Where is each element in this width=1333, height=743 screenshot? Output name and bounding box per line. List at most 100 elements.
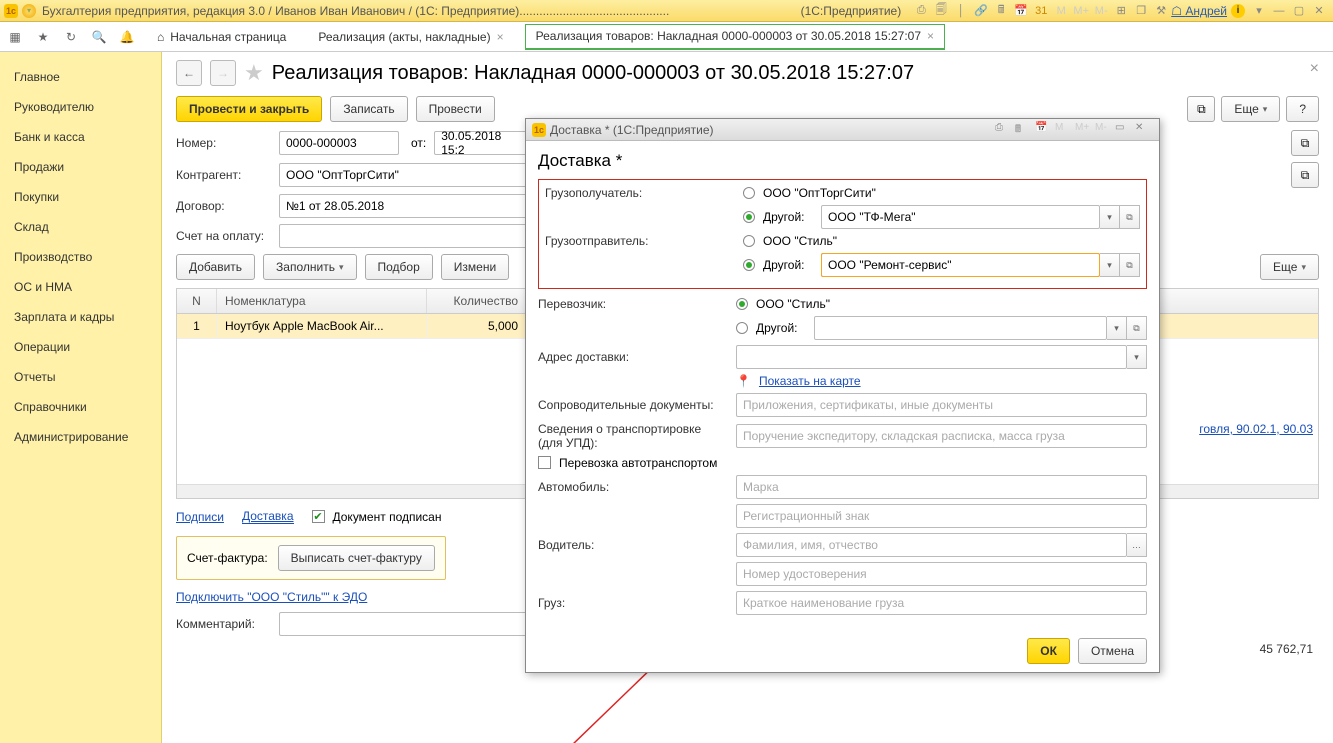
sidebar-item-purchases[interactable]: Покупки <box>0 182 161 212</box>
add-button[interactable]: Добавить <box>176 254 255 280</box>
sidebar-item-operations[interactable]: Операции <box>0 332 161 362</box>
open-icon-button[interactable]: ⧉ <box>1187 96 1215 122</box>
open-icon[interactable]: ⧉ <box>1120 205 1140 229</box>
delivery-link[interactable]: Доставка <box>242 509 294 524</box>
preview-icon[interactable]: 🗐 <box>933 3 949 19</box>
ok-button[interactable]: ОК <box>1027 638 1070 664</box>
address-field[interactable] <box>736 345 1127 369</box>
post-and-close-button[interactable]: Провести и закрыть <box>176 96 322 122</box>
carrier-other-field[interactable] <box>814 316 1107 340</box>
change-button[interactable]: Измени <box>441 254 509 280</box>
popup-close-icon[interactable]: ✕ <box>1135 122 1151 138</box>
table-more-button[interactable]: Еще▾ <box>1260 254 1319 280</box>
dropdown-icon[interactable]: ▾ <box>1107 316 1127 340</box>
consignor-radio-other[interactable] <box>743 259 755 271</box>
ellipsis-icon[interactable]: … <box>1127 533 1147 557</box>
dropdown-icon[interactable]: ▾ <box>22 4 36 18</box>
th-n[interactable]: N <box>177 289 217 313</box>
calendar-icon[interactable]: 📅 <box>1013 3 1029 19</box>
consignor-other-field[interactable]: ООО "Ремонт-сервис" <box>821 253 1100 277</box>
signatures-link[interactable]: Подписи <box>176 510 224 524</box>
print-icon[interactable]: ⎙ <box>995 122 1011 138</box>
close-icon[interactable]: ✕ <box>1311 3 1327 19</box>
th-qty[interactable]: Количество <box>427 289 527 313</box>
signed-checkbox[interactable]: ✔ <box>312 510 325 523</box>
tab-home[interactable]: ⌂Начальная страница <box>146 24 297 50</box>
apps-icon[interactable]: ▦ <box>6 28 24 46</box>
nav-back-button[interactable]: ← <box>176 60 202 86</box>
sidebar-item-manager[interactable]: Руководителю <box>0 92 161 122</box>
ext-icon-button[interactable]: ⧉ <box>1291 130 1319 156</box>
auto-checkbox[interactable] <box>538 456 551 469</box>
tab-sales-list[interactable]: Реализация (акты, накладные)× <box>307 24 514 50</box>
edo-link[interactable]: Подключить "ООО "Стиль"" к ЭДО <box>176 590 367 604</box>
search-icon[interactable]: 🔍 <box>90 28 108 46</box>
select-button[interactable]: Подбор <box>365 254 433 280</box>
maximize-icon[interactable]: ▢ <box>1291 3 1307 19</box>
help-button[interactable]: ? <box>1286 96 1319 122</box>
mplus-icon[interactable]: M+ <box>1073 3 1089 19</box>
invoice-pay-field[interactable] <box>279 224 529 248</box>
print-icon[interactable]: ⎙ <box>913 3 929 19</box>
star-icon[interactable]: ★ <box>34 28 52 46</box>
driver-license-field[interactable]: Номер удостоверения <box>736 562 1147 586</box>
mplus-icon[interactable]: M+ <box>1075 122 1091 138</box>
m-icon[interactable]: M <box>1053 3 1069 19</box>
sidebar-item-assets[interactable]: ОС и НМА <box>0 272 161 302</box>
th-item[interactable]: Номенклатура <box>217 289 427 313</box>
show-on-map-link[interactable]: Показать на карте <box>759 374 861 388</box>
bell-icon[interactable]: 🔔 <box>118 28 136 46</box>
sidebar-item-catalogs[interactable]: Справочники <box>0 392 161 422</box>
calc-icon[interactable]: 🖩 <box>993 3 1009 19</box>
zoom-icon[interactable]: ⊞ <box>1113 3 1129 19</box>
sidebar-item-bank[interactable]: Банк и касса <box>0 122 161 152</box>
transport-field[interactable]: Поручение экспедитору, складская расписк… <box>736 424 1147 448</box>
tab-document[interactable]: Реализация товаров: Накладная 0000-00000… <box>525 24 945 50</box>
open-icon[interactable]: ⧉ <box>1127 316 1147 340</box>
comment-field[interactable] <box>279 612 529 636</box>
tab-close-icon[interactable]: × <box>497 30 504 44</box>
auto-plate-field[interactable]: Регистрационный знак <box>736 504 1147 528</box>
sidebar-item-reports[interactable]: Отчеты <box>0 362 161 392</box>
sidebar-item-payroll[interactable]: Зарплата и кадры <box>0 302 161 332</box>
minimize-icon[interactable]: — <box>1271 3 1287 19</box>
sidebar-item-main[interactable]: Главное <box>0 62 161 92</box>
date-field[interactable]: 30.05.2018 15:2 <box>434 131 534 155</box>
user-link[interactable]: ☖ Андрей <box>1171 4 1227 18</box>
auto-brand-field[interactable]: Марка <box>736 475 1147 499</box>
popup-collapse-icon[interactable]: ▭ <box>1115 122 1131 138</box>
favorite-icon[interactable]: ★ <box>244 60 264 86</box>
mminus-icon[interactable]: M- <box>1093 3 1109 19</box>
consignee-radio-other[interactable] <box>743 211 755 223</box>
issue-invoice-button[interactable]: Выписать счет-фактуру <box>278 545 435 571</box>
info-icon[interactable]: i <box>1231 4 1245 18</box>
dropdown-icon[interactable]: ▾ <box>1100 205 1120 229</box>
accounts-link[interactable]: говля, 90.02.1, 90.03 <box>1199 422 1313 436</box>
contract-field[interactable]: №1 от 28.05.2018 <box>279 194 529 218</box>
open-icon[interactable]: ⧉ <box>1120 253 1140 277</box>
consignee-radio-default[interactable] <box>743 187 755 199</box>
ext-icon-button[interactable]: ⧉ <box>1291 162 1319 188</box>
tab-close-icon[interactable]: × <box>927 29 934 43</box>
consignee-other-field[interactable]: ООО "ТФ-Мега" <box>821 205 1100 229</box>
fill-button[interactable]: Заполнить▾ <box>263 254 356 280</box>
consignor-radio-default[interactable] <box>743 235 755 247</box>
post-button[interactable]: Провести <box>416 96 495 122</box>
docs-field[interactable]: Приложения, сертификаты, иные документы <box>736 393 1147 417</box>
dropdown-icon[interactable]: ▾ <box>1100 253 1120 277</box>
calendar-icon[interactable]: 📅 <box>1035 122 1051 138</box>
sidebar-item-warehouse[interactable]: Склад <box>0 212 161 242</box>
mminus-icon[interactable]: M- <box>1095 122 1111 138</box>
number-field[interactable]: 0000-000003 <box>279 131 399 155</box>
windows-icon[interactable]: ❐ <box>1133 3 1149 19</box>
history-icon[interactable]: ↻ <box>62 28 80 46</box>
driver-name-field[interactable]: Фамилия, имя, отчество <box>736 533 1127 557</box>
date-icon[interactable]: 31 <box>1033 3 1049 19</box>
tools-icon[interactable]: ⚒ <box>1153 3 1169 19</box>
cargo-field[interactable]: Краткое наименование груза <box>736 591 1147 615</box>
counterparty-field[interactable]: ООО "ОптТоргСити" <box>279 163 529 187</box>
carrier-radio-default[interactable] <box>736 298 748 310</box>
form-close-icon[interactable]: × <box>1310 60 1319 78</box>
cancel-button[interactable]: Отмена <box>1078 638 1147 664</box>
link-icon[interactable]: 🔗 <box>973 3 989 19</box>
